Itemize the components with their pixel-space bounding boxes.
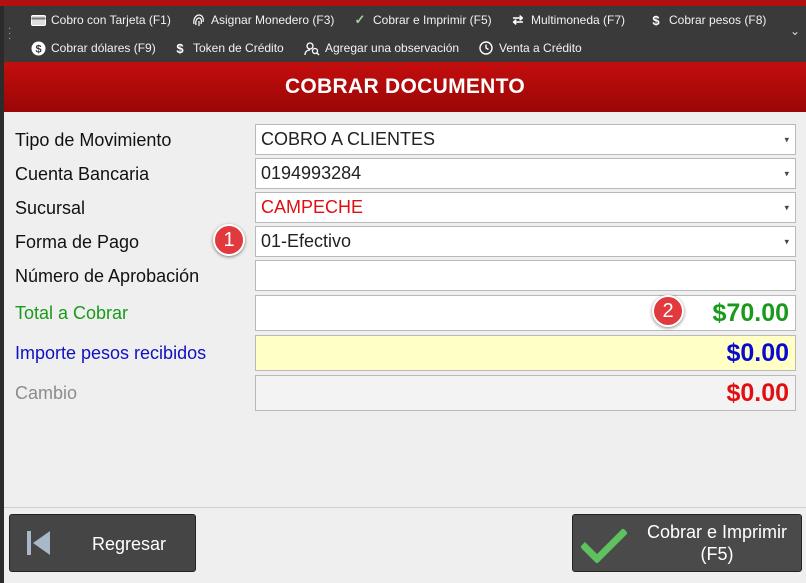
forma-pago-value: 01-Efectivo [261,231,352,251]
asignar-monedero-label: Asignar Monedero (F3) [211,13,335,27]
sucursal-value: CAMPECHE [261,197,364,217]
cobrar-dolares-label: Cobrar dólares (F9) [51,41,156,55]
annotation-badge-2: 2 [652,295,684,327]
importe-recibido-label: Importe pesos recibidos [15,343,207,363]
multimoneda-label: Multimoneda (F7) [531,13,626,27]
importe-recibido-value: $0.00 [726,338,789,367]
svg-text:$: $ [35,43,41,55]
cobrar-imprimir-line2: (F5) [700,544,734,564]
regresar-button[interactable]: Regresar [9,514,196,572]
cobro-tarjeta-button[interactable]: Cobro con Tarjeta (F1) [30,6,171,34]
venta-credito-label: Venta a Crédito [499,41,582,55]
toolbar: · · · Cobro con Tarjeta (F1) Asignar Moned… [4,6,806,62]
multimoneda-button[interactable]: ⇄ Multimoneda (F7) [510,6,625,34]
clock-icon [478,40,494,56]
total-cobrar-field: $70.00 [255,295,796,331]
regresar-label: Regresar [92,534,167,554]
cobrar-imprimir-toolbar-label: Cobrar e Imprimir (F5) [373,13,492,27]
cobrar-pesos-label: Cobrar pesos (F8) [669,13,767,27]
cambio-field: $0.00 [255,375,796,411]
check-icon: ✓ [354,12,366,27]
dialog-header: COBRAR DOCUMENTO [4,62,806,112]
numero-aprobacion-input[interactable] [255,260,796,291]
cobrar-pesos-button[interactable]: $ Cobrar pesos (F8) [648,6,766,34]
total-cobrar-label: Total a Cobrar [15,303,129,323]
fingerprint-icon [190,12,206,28]
dropdown-arrow-icon[interactable]: ▾ [784,134,789,145]
cobrar-imprimir-button[interactable]: Cobrar e Imprimir (F5) [572,514,802,572]
dropdown-arrow-icon[interactable]: ▾ [784,168,789,179]
dollar-circle-icon: $ [30,40,46,56]
credit-card-icon [30,12,46,28]
total-cobrar-value: $70.00 [712,298,789,327]
forma-pago-label: Forma de Pago [15,232,140,252]
cobrar-imprimir-line1: Cobrar e Imprimir [646,522,788,542]
cobrar-dolares-button[interactable]: $ Cobrar dólares (F9) [30,34,156,62]
token-credito-label: Token de Crédito [193,41,284,55]
tipo-movimiento-select[interactable]: COBRO A CLIENTES ▾ [255,124,796,155]
cobro-tarjeta-label: Cobro con Tarjeta (F1) [51,13,171,27]
dialog-title: COBRAR DOCUMENTO [284,75,526,98]
skip-back-icon [26,529,52,557]
tipo-movimiento-value: COBRO A CLIENTES [261,129,436,149]
toolbar-overflow-chevron-icon[interactable]: ⌄ [790,24,800,38]
dropdown-arrow-icon[interactable]: ▾ [784,236,789,247]
dropdown-arrow-icon[interactable]: ▾ [784,202,789,213]
numero-aprobacion-label: Número de Aprobación [15,266,200,286]
cuenta-bancaria-select[interactable]: 0194993284 ▾ [255,158,796,189]
cobrar-imprimir-label: Cobrar e Imprimir (F5) [633,521,801,565]
cuenta-bancaria-value: 0194993284 [261,163,362,183]
sucursal-select[interactable]: CAMPECHE ▾ [255,192,796,223]
cambio-label: Cambio [15,383,78,403]
cobrar-imprimir-toolbar-button[interactable]: ✓ Cobrar e Imprimir (F5) [352,6,492,34]
check-icon [580,528,628,564]
dollar-icon: $ [176,40,184,56]
sucursal-label: Sucursal [15,198,86,218]
toolbar-grip[interactable]: · · · [8,24,11,44]
agregar-observacion-label: Agregar una observación [325,41,460,55]
cambio-value: $0.00 [726,378,789,407]
cobrar-documento-dialog: COBRAR DOCUMENTO Tipo de Movimiento COBR… [4,62,806,583]
dollar-icon: $ [652,12,660,28]
tipo-movimiento-label: Tipo de Movimiento [15,130,172,150]
token-credito-button[interactable]: $ Token de Crédito [172,34,284,62]
user-search-icon [304,40,320,56]
cuenta-bancaria-label: Cuenta Bancaria [15,164,150,184]
annotation-badge-1: 1 [213,224,245,256]
forma-pago-select[interactable]: 01-Efectivo ▾ [255,226,796,257]
venta-credito-button[interactable]: Venta a Crédito [478,34,582,62]
importe-recibido-input[interactable]: $0.00 [255,335,796,371]
footer-divider [4,507,806,508]
exchange-icon: ⇄ [512,12,524,27]
asignar-monedero-button[interactable]: Asignar Monedero (F3) [190,6,334,34]
agregar-observacion-button[interactable]: Agregar una observación [304,34,459,62]
